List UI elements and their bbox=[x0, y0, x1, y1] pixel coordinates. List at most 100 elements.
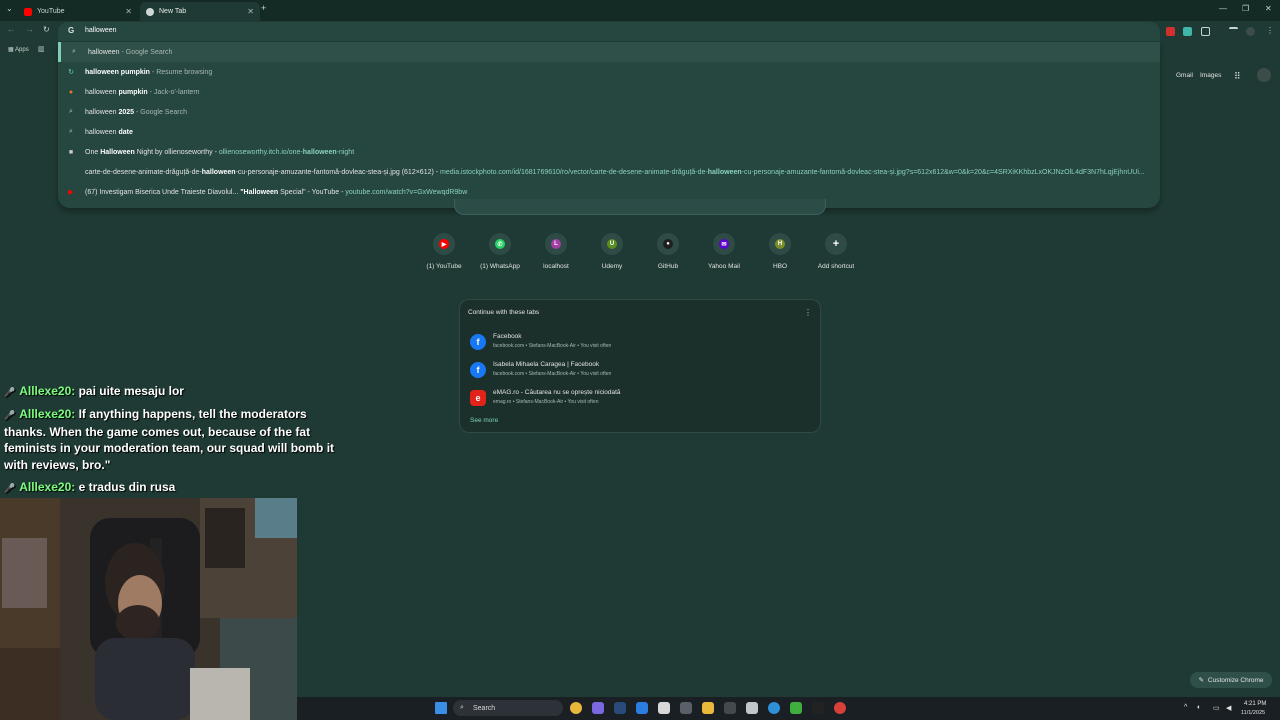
youtube-icon: ▶ bbox=[68, 189, 74, 196]
discord-taskbar-icon[interactable] bbox=[592, 702, 604, 714]
suggestion-fragment: -cu-personaje-amuzante-fantomă-dovleac-s… bbox=[235, 168, 441, 176]
see-more-link[interactable]: See more bbox=[470, 417, 498, 424]
app4-taskbar-icon[interactable] bbox=[768, 702, 780, 714]
shortcut-label: (1) WhatsApp bbox=[480, 263, 520, 270]
continue-tab-item[interactable]: e eMAG.ro - Căutarea nu se oprește niciod… bbox=[466, 385, 816, 411]
steam-taskbar-icon[interactable] bbox=[614, 702, 626, 714]
omnibox-input[interactable]: halloween bbox=[85, 27, 117, 34]
chrome-icon bbox=[146, 7, 154, 16]
suggestion-row[interactable]: ⌕ halloween date bbox=[58, 122, 1160, 142]
shortcut-icon: H bbox=[769, 233, 791, 255]
close-icon[interactable]: ✕ bbox=[247, 7, 254, 16]
images-link[interactable]: Images bbox=[1200, 72, 1221, 79]
tray-app-icon[interactable]: ◐ bbox=[1197, 704, 1201, 711]
extension-abp-icon[interactable] bbox=[1166, 27, 1175, 36]
bookmarks-grid-icon[interactable]: ▥ bbox=[38, 45, 45, 53]
item-title: eMAG.ro - Căutarea nu se oprește nicioda… bbox=[493, 389, 621, 396]
google-g-icon: G bbox=[68, 26, 75, 35]
app6-taskbar-icon[interactable] bbox=[834, 702, 846, 714]
shortcut-tile[interactable]: ▶ (1) YouTube bbox=[416, 233, 472, 270]
ntp-search-box[interactable] bbox=[454, 199, 826, 215]
tab-youtube[interactable]: YouTube ✕ bbox=[18, 2, 138, 21]
tab-new-tab[interactable]: New Tab ✕ bbox=[140, 2, 260, 21]
clock-time[interactable]: 4:21 PM bbox=[1244, 701, 1266, 707]
shortcut-glyph: ● bbox=[663, 239, 673, 249]
network-icon[interactable]: ▭ bbox=[1213, 704, 1220, 712]
tray-chevron-icon[interactable]: ^ bbox=[1184, 704, 1187, 711]
file-explorer-taskbar-icon[interactable] bbox=[702, 702, 714, 714]
shortcut-tile[interactable]: ✆ (1) WhatsApp bbox=[472, 233, 528, 270]
shortcut-icon: U bbox=[601, 233, 623, 255]
shortcut-label: (1) YouTube bbox=[426, 263, 462, 270]
account-avatar[interactable] bbox=[1257, 68, 1271, 82]
taskbar-search[interactable]: ⌕ Search bbox=[453, 700, 563, 716]
suggestion-row[interactable]: ⌕ halloween - Google Search bbox=[58, 42, 1160, 62]
continue-tab-item[interactable]: f Isabela Mihaela Caragea | Facebook faceb… bbox=[466, 357, 816, 383]
shortcut-tile[interactable]: Llocalhost bbox=[528, 233, 584, 270]
chat-username: Alllexe20: bbox=[19, 479, 76, 494]
suggestion-fragment: halloween bbox=[85, 108, 119, 116]
suggestion-row[interactable]: ● halloween pumpkin - Jack-o'-lantern bbox=[58, 82, 1160, 102]
stream-chat-overlay: 🎤 Alllexe20: pai uite mesaju lor 🎤 Alllexe2… bbox=[4, 383, 350, 502]
app3-taskbar-icon[interactable] bbox=[746, 702, 758, 714]
clock-date[interactable]: 11/1/2025 bbox=[1241, 710, 1265, 716]
app-taskbar-icon[interactable] bbox=[658, 702, 670, 714]
item-title: Isabela Mihaela Caragea | Facebook bbox=[493, 361, 600, 368]
window-close-icon[interactable]: ✕ bbox=[1265, 4, 1272, 13]
reload-icon[interactable]: ↻ bbox=[43, 25, 50, 34]
customize-chrome-button[interactable]: ✎ Customize Chrome bbox=[1190, 672, 1272, 688]
close-icon[interactable]: ✕ bbox=[125, 7, 132, 16]
suggestion-fragment: (67) Investigam Biserica Unde Traieste D… bbox=[85, 188, 241, 196]
suggestion-fragment: - Google Search bbox=[134, 108, 187, 116]
continue-tab-item[interactable]: f Facebook facebook.com • Stefans-MacBook-… bbox=[466, 329, 816, 355]
restore-icon[interactable]: ❐ bbox=[1242, 4, 1249, 13]
extensions-puzzle-icon[interactable] bbox=[1201, 27, 1210, 36]
vscode-taskbar-icon[interactable] bbox=[636, 702, 648, 714]
google-apps-icon[interactable]: ⠿ bbox=[1234, 71, 1241, 82]
card-menu-icon[interactable]: ⋮ bbox=[804, 308, 812, 317]
shortcut-glyph: ▶ bbox=[439, 239, 449, 249]
new-tab-plus-icon[interactable]: + bbox=[261, 3, 266, 13]
search-icon: ⌕ bbox=[69, 108, 73, 115]
volume-icon[interactable]: ◀ bbox=[1226, 704, 1231, 712]
profile-avatar[interactable] bbox=[1246, 27, 1255, 36]
shortcut-tile[interactable]: ● GitHub bbox=[640, 233, 696, 270]
shortcut-tile[interactable]: + Add shortcut bbox=[808, 233, 864, 270]
extension-translate-icon[interactable] bbox=[1183, 27, 1192, 36]
shortcut-glyph: + bbox=[832, 238, 840, 250]
app5-taskbar-icon[interactable] bbox=[812, 702, 824, 714]
chat-message: 🎤 Alllexe20: pai uite mesaju lor bbox=[4, 383, 350, 401]
suggestion-text: halloween pumpkin - Resume browsing bbox=[85, 69, 212, 76]
omnibox-suggestions: ⌕ halloween - Google Search ↻ halloween pum… bbox=[58, 42, 1160, 208]
bookmark-apps[interactable]: ▦ Apps bbox=[8, 46, 29, 53]
shortcut-tile[interactable]: H HBO bbox=[752, 233, 808, 270]
shortcut-glyph: ✆ bbox=[495, 239, 505, 249]
suggestion-row[interactable]: ⌕ halloween 2025 - Google Search bbox=[58, 102, 1160, 122]
suggestion-fragment: 2025 bbox=[118, 108, 135, 116]
app2-taskbar-icon[interactable] bbox=[724, 702, 736, 714]
suggestion-row[interactable]: ↻ halloween pumpkin - Resume browsing bbox=[58, 62, 1160, 82]
xbox-taskbar-icon[interactable] bbox=[790, 702, 802, 714]
windows-start-icon[interactable] bbox=[435, 702, 447, 714]
shortcut-tile[interactable]: ✉ Yahoo Mail bbox=[696, 233, 752, 270]
calculator-taskbar-icon[interactable] bbox=[680, 702, 692, 714]
search-icon: ⌕ bbox=[72, 48, 76, 55]
resume-icon: ↻ bbox=[68, 69, 74, 76]
back-icon[interactable]: ← bbox=[7, 25, 15, 34]
gmail-link[interactable]: Gmail bbox=[1176, 72, 1193, 79]
forward-icon[interactable]: → bbox=[26, 25, 34, 34]
emag-icon: e bbox=[470, 390, 486, 406]
search-icon: ⌕ bbox=[460, 704, 464, 711]
minimize-icon[interactable]: — bbox=[1219, 4, 1227, 13]
tab-groups-icon[interactable] bbox=[1229, 27, 1238, 36]
chrome-menu-icon[interactable]: ⋮ bbox=[1266, 26, 1274, 35]
suggestion-row[interactable]: carte-de-desene-animate-drăguță-de-hallo… bbox=[58, 162, 1160, 182]
shortcut-tile[interactable]: U Udemy bbox=[584, 233, 640, 270]
chrome-taskbar-icon[interactable] bbox=[570, 702, 582, 714]
tab-search-icon[interactable]: ⌄ bbox=[6, 4, 13, 13]
suggestion-fragment: youtube.com/watch?v=GxWewqdR9bw bbox=[345, 188, 468, 196]
omnibox[interactable] bbox=[58, 22, 1160, 41]
suggestion-fragment: halloween bbox=[85, 68, 121, 76]
suggestion-row[interactable]: ■ One Halloween Night by ollienoseworthy … bbox=[58, 142, 1160, 162]
chat-username: Alllexe20: bbox=[19, 407, 76, 421]
